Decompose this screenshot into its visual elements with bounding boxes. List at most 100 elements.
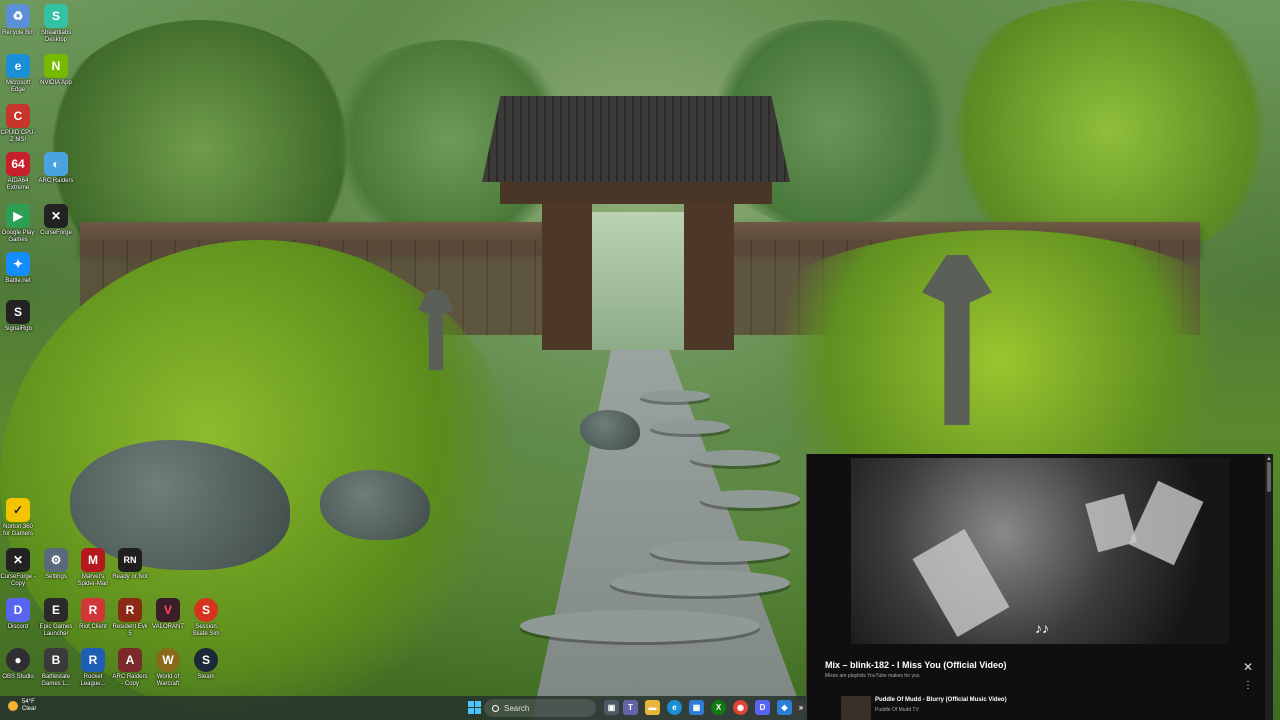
spiderman-icon: M <box>81 548 105 572</box>
desktop-icon-label: SignalRgb <box>4 326 32 332</box>
cpuz-icon: C <box>6 104 30 128</box>
ready-or-not-icon: RN <box>118 548 142 572</box>
wallpaper-tree-right <box>930 0 1280 260</box>
scrollbar-thumb[interactable] <box>1267 462 1271 492</box>
epic-games-icon: E <box>44 598 68 622</box>
desktop-icon-label: Ready or Not <box>112 574 148 580</box>
desktop-icon-valorant[interactable]: V VALORANT <box>150 598 186 631</box>
photos-icon[interactable]: ◆ <box>777 700 792 715</box>
google-play-games-icon: ▶ <box>6 204 30 228</box>
search-placeholder: Search <box>504 703 530 713</box>
chrome-icon[interactable]: ◉ <box>733 700 748 715</box>
teams-icon[interactable]: T <box>623 700 638 715</box>
desktop-icon-signalrgb[interactable]: S SignalRgb <box>0 300 36 333</box>
taskbar: 54°F Clear Search ▣ T ▬ e ▦ X ◉ D ◆ » <box>0 696 806 720</box>
desktop-icon-rocket-league[interactable]: R Rocket League... <box>75 648 111 688</box>
desktop-icon-label: Battlestate Games L... <box>41 674 71 687</box>
streamlabs-icon: S <box>44 4 68 28</box>
desktop-icon-epic-games[interactable]: E Epic Games Launcher <box>38 598 74 638</box>
desktop-icon-battlestate[interactable]: B Battlestate Games L... <box>38 648 74 688</box>
weather-text: 54°F Clear <box>22 699 36 713</box>
taskbar-search[interactable]: Search <box>484 699 596 717</box>
desktop-icon-settings[interactable]: ⚙ Settings <box>38 548 74 581</box>
desktop-icon-battlenet[interactable]: ✦ Battle.net <box>0 252 36 285</box>
desktop-icon-spiderman[interactable]: M Marvel's Spider-Man <box>75 548 111 588</box>
arc-raiders-icon: ◐ <box>44 152 68 176</box>
arc-raiders-icon: A <box>118 648 142 672</box>
desktop-icon-session[interactable]: S Session Skate Sim <box>188 598 224 638</box>
weather-temp: 54°F <box>22 699 35 705</box>
discord-icon[interactable]: D <box>755 700 770 715</box>
next-video-thumbnail[interactable] <box>841 696 871 720</box>
more-options-icon[interactable]: ⋮ <box>1243 680 1253 691</box>
desktop-icon-aida64[interactable]: 64 AIDA64 Extreme <box>0 152 36 192</box>
video-frame[interactable]: ♪♪ <box>851 458 1229 644</box>
desktop-icon-label: NVIDIA App <box>40 80 72 86</box>
desktop-icon-label: Google Play Games <box>1 230 35 243</box>
music-notes-icon: ♪♪ <box>1035 620 1049 636</box>
desktop-icon-label: World of Warcraft <box>156 674 180 687</box>
scrollbar[interactable]: ▲ <box>1265 454 1273 720</box>
desktop-icon-label: Battle.net <box>5 278 31 284</box>
desktop-icon-recycle-bin[interactable]: ♻ Recycle Bin <box>0 4 36 37</box>
desktop-icon-label: CurseForge <box>40 230 72 236</box>
wallpaper-gate-post <box>684 200 734 350</box>
desktop-icon-curseforge-copy[interactable]: ✕ CurseForge - Copy <box>0 548 36 588</box>
wallpaper-stepping-stone <box>520 610 760 642</box>
riot-client-icon: R <box>81 598 105 622</box>
desktop-icon-label: Microsoft Edge <box>5 80 31 93</box>
desktop-icon-norton[interactable]: ✓ Norton 360 for Gamers <box>0 498 36 538</box>
desktop-icon-riot-client[interactable]: R Riot Client <box>75 598 111 631</box>
youtube-miniplayer: ♪♪ Mix – blink-182 - I Miss You (Officia… <box>806 454 1273 720</box>
resident-evil-icon: R <box>118 598 142 622</box>
wallpaper-gate-roof <box>482 96 790 182</box>
close-icon[interactable]: ✕ <box>1243 660 1253 674</box>
recycle-bin-icon: ♻ <box>6 4 30 28</box>
desktop-icon-resident-evil-5[interactable]: R Resident Evil 5 <box>112 598 148 638</box>
xbox-icon[interactable]: X <box>711 700 726 715</box>
wallpaper-stepping-stone <box>650 420 730 434</box>
battlestate-icon: B <box>44 648 68 672</box>
desktop-icon-label: Recycle Bin <box>2 30 34 36</box>
wallpaper-stepping-stone <box>610 570 790 596</box>
desktop-icon-label: Steam <box>197 674 215 680</box>
file-explorer-icon[interactable]: ▬ <box>645 700 660 715</box>
desktop-icon-arc-raiders[interactable]: ◐ ARC Raiders <box>38 152 74 185</box>
weather-widget[interactable]: 54°F Clear <box>8 699 36 713</box>
aida64-icon: 64 <box>6 152 30 176</box>
nvidia-icon: N <box>44 54 68 78</box>
store-icon[interactable]: ▦ <box>689 700 704 715</box>
desktop-icon-obs[interactable]: ● OBS Studio <box>0 648 36 681</box>
search-icon <box>492 704 499 712</box>
desktop-icon-label: AIDA64 Extreme <box>6 178 30 191</box>
wallpaper-gate-opening <box>592 212 684 350</box>
desktop-icon-world-of-warcraft[interactable]: W World of Warcraft <box>150 648 186 688</box>
desktop-icon-nvidia[interactable]: N NVIDIA App <box>38 54 74 87</box>
wallpaper-gate-post <box>542 200 592 350</box>
windows-logo-icon <box>475 701 481 707</box>
desktop-icon-arc-raiders-copy[interactable]: A ARC Raiders - Copy <box>112 648 148 688</box>
desktop-icon-label: Marvel's Spider-Man <box>77 574 109 587</box>
task-view-icon[interactable]: ▣ <box>604 700 619 715</box>
start-button[interactable] <box>468 701 481 714</box>
windows-logo-icon <box>468 701 474 707</box>
desktop-icon-steam[interactable]: S Steam <box>188 648 224 681</box>
desktop-icon-discord[interactable]: D Discord <box>0 598 36 631</box>
desktop-icon-streamlabs[interactable]: S Streamlabs Desktop <box>38 4 74 44</box>
desktop-icon-label: Resident Evil 5 <box>112 624 148 637</box>
norton-icon: ✓ <box>6 498 30 522</box>
desktop-icon-curseforge[interactable]: ✕ CurseForge <box>38 204 74 237</box>
desktop-icon-edge[interactable]: e Microsoft Edge <box>0 54 36 94</box>
obs-icon: ● <box>6 648 30 672</box>
overflow-icon[interactable]: » <box>796 700 806 715</box>
windows-logo-icon <box>475 708 481 714</box>
next-video-title[interactable]: Puddle Of Mudd - Blurry (Official Music … <box>875 697 1007 703</box>
desktop-icon-cpuz[interactable]: C CPUID CPU-Z MSI <box>0 104 36 144</box>
steam-icon: S <box>194 648 218 672</box>
signalrgb-icon: S <box>6 300 30 324</box>
sun-icon <box>8 701 18 711</box>
edge-icon[interactable]: e <box>667 700 682 715</box>
desktop-icon-google-play-games[interactable]: ▶ Google Play Games <box>0 204 36 244</box>
desktop-icon-ready-or-not[interactable]: RN Ready or Not <box>112 548 148 581</box>
desktop-icon-label: Settings <box>45 574 67 580</box>
